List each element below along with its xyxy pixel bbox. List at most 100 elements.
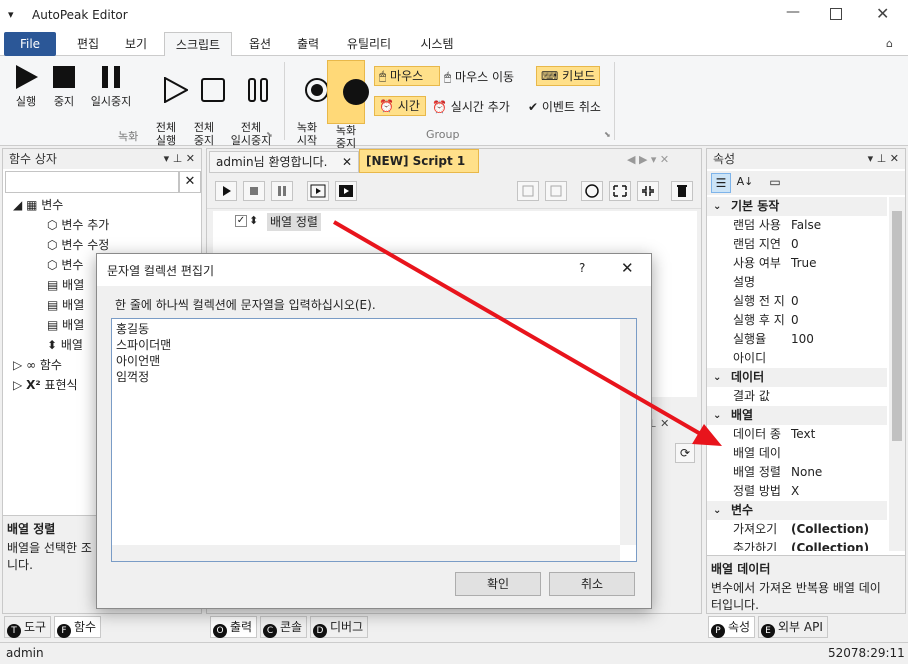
property-scrollbar[interactable] [889,197,905,551]
tab-file[interactable]: File [4,32,56,56]
mouse-move-button[interactable]: 🖱 마우스 이동 [444,68,514,85]
property-row[interactable]: 실행율 100 [707,330,887,349]
property-category[interactable]: ⌄ 배열 [707,406,887,425]
script-run-from-icon[interactable] [335,181,357,201]
expand-all-icon[interactable] [609,181,631,201]
panel-pin-close-icon[interactable]: ▾ ⊥ ✕ [164,149,195,169]
categorized-icon[interactable]: ☰ [711,173,731,193]
property-value[interactable]: Text [791,425,815,444]
property-value[interactable]: X [791,482,799,501]
property-row[interactable]: 랜덤 사용 False [707,216,887,235]
textarea-hscrollbar[interactable] [112,545,620,561]
tree-var-3[interactable]: ⬡ 변수 [47,255,83,275]
property-row[interactable]: 배열 데이 [707,444,887,463]
script-pause-icon[interactable] [271,181,293,201]
tree-var-add[interactable]: ⬡ 변수 추가 [47,215,109,235]
tab-options[interactable]: 옵션 [238,32,282,56]
tab-view[interactable]: 보기 [114,32,158,56]
collapse-ribbon-icon[interactable]: ⌂ [886,37,893,50]
collapse-icon[interactable]: ⌄ [713,368,721,387]
record-stop-button[interactable]: 녹화 중지 [327,60,369,150]
tab-functions[interactable]: F 함수 [54,616,102,638]
tab-output-panel[interactable]: O 출력 [210,616,258,638]
script-disabled2-icon[interactable] [545,181,567,201]
doc-tab-welcome[interactable]: admin님 환영합니다. ✕ [209,151,359,173]
scrollbar-thumb[interactable] [892,211,902,441]
property-value[interactable]: 0 [791,292,799,311]
function-search-input[interactable] [5,171,179,193]
textarea-vscrollbar[interactable] [620,319,636,545]
tab-system[interactable]: 시스템 [410,32,464,56]
event-cancel-button[interactable]: ✔ 이벤트 취소 [528,98,601,115]
collapse-icon[interactable]: ⌄ [713,501,721,520]
window-menu-icon[interactable]: ▾ [8,8,14,21]
script-play-icon[interactable] [215,181,237,201]
pause-button[interactable]: 일시중지 [84,64,138,108]
group2-launcher-icon[interactable]: ⬊ [604,130,611,139]
collapse-icon[interactable]: ⌄ [713,406,721,425]
close-icon[interactable]: ✕ [876,4,889,23]
property-row[interactable]: 설명 [707,273,887,292]
tree-var-edit[interactable]: ⬡ 변수 수정 [47,235,109,255]
tab-output[interactable]: 출력 [286,32,330,56]
property-row[interactable]: 배열 정렬 None [707,463,887,482]
script-timer-icon[interactable] [581,181,603,201]
line-checkbox[interactable]: ✓ [235,215,247,227]
collapse-all-icon[interactable] [637,181,659,201]
tab-tools[interactable]: T 도구 [4,616,52,638]
tab-debug[interactable]: D 디버그 [310,616,369,638]
refresh-icon[interactable]: ⟳ [675,443,695,463]
property-row[interactable]: 실행 전 지 0 [707,292,887,311]
property-value[interactable]: 100 [791,330,814,349]
group-launcher-icon[interactable]: ⬊ [266,130,273,139]
property-row[interactable]: 랜덤 지연 0 [707,235,887,254]
stop-button[interactable]: 중지 [46,64,82,108]
time-button[interactable]: ⏰ 시간 [374,96,426,116]
tree-arr-2[interactable]: ▤ 배열 [47,295,84,315]
property-pages-icon[interactable]: ▭ [765,173,785,193]
tab-edit[interactable]: 편집 [66,32,110,56]
property-value[interactable]: None [791,463,822,482]
cancel-button[interactable]: 취소 [549,572,635,596]
script-step-icon[interactable] [307,181,329,201]
script-stop-icon[interactable] [243,181,265,201]
property-row[interactable]: 실행 후 지 0 [707,311,887,330]
doc-tab-script[interactable]: [NEW] Script 1 [359,149,479,173]
tab-nav-icon[interactable]: ◀ ▶ ▾ ✕ [627,153,669,166]
clear-search-icon[interactable]: ✕ [179,171,201,193]
property-value[interactable]: (Collection) [791,539,869,551]
panel-pin-close-icon[interactable]: ▾ ⊥ ✕ [868,149,899,169]
string-collection-textarea[interactable]: 홍길동 스파이더맨 아이언맨 임꺽정 [111,318,637,562]
property-category[interactable]: ⌄ 기본 동작 [707,197,887,216]
ok-button[interactable]: 확인 [455,572,541,596]
property-row[interactable]: 데이터 종 Text [707,425,887,444]
tree-arr-4[interactable]: ⬍ 배열 [47,335,83,355]
script-line-label[interactable]: 배열 정렬 [267,213,321,231]
minimize-icon[interactable]: — [786,4,800,20]
alphabetical-icon[interactable]: A↓ [735,173,755,193]
property-value[interactable]: True [791,254,817,273]
help-icon[interactable]: ? [579,261,585,275]
property-row[interactable]: 아이디 [707,349,887,368]
property-row[interactable]: 정렬 방법 X [707,482,887,501]
tree-variables[interactable]: ◢ ▦ 변수 [13,195,63,215]
property-row[interactable]: 사용 여부 True [707,254,887,273]
property-value[interactable]: False [791,216,821,235]
tree-arr-3[interactable]: ▤ 배열 [47,315,84,335]
tab-external-api[interactable]: E 외부 API [758,616,828,638]
property-category[interactable]: ⌄ 데이터 [707,368,887,387]
tree-functions[interactable]: ▷ ∞ 함수 [13,355,62,375]
property-value[interactable]: 0 [791,235,799,254]
tab-script[interactable]: 스크립트 [164,32,232,57]
property-category[interactable]: ⌄ 변수 [707,501,887,520]
run-button[interactable]: 실행 [8,64,44,108]
script-disabled-icon[interactable] [517,181,539,201]
maximize-icon[interactable] [830,8,842,20]
property-value[interactable]: 0 [791,311,799,330]
collapse-icon[interactable]: ⌄ [713,197,721,216]
delete-icon[interactable] [671,181,693,201]
keyboard-button[interactable]: ⌨ 키보드 [536,66,600,86]
mouse-button[interactable]: 🖱 마우스 [374,66,440,86]
output-panel-header-icons[interactable]: ⊥ ✕ [647,417,701,437]
property-row[interactable]: 결과 값 [707,387,887,406]
